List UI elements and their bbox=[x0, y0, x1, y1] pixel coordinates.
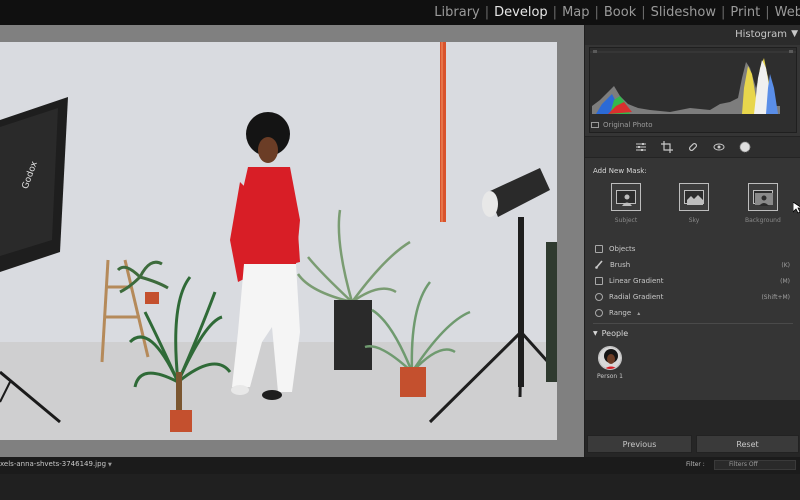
linear-gradient-icon bbox=[595, 277, 603, 285]
histogram-header[interactable]: Histogram ▼ bbox=[585, 25, 800, 45]
brush-label: Brush bbox=[610, 261, 631, 269]
brush-shortcut: (K) bbox=[781, 261, 790, 269]
filename-text: xels-anna-shvets-3746149.jpg bbox=[0, 460, 107, 468]
module-map[interactable]: Map bbox=[559, 5, 592, 20]
radial-gradient-icon bbox=[595, 293, 603, 301]
objects-label: Objects bbox=[609, 245, 636, 253]
original-photo-label: Original Photo bbox=[603, 121, 653, 129]
module-web[interactable]: Web bbox=[772, 5, 800, 20]
studio-photo: Godox bbox=[0, 42, 557, 440]
module-book[interactable]: Book bbox=[601, 5, 639, 20]
filmstrip-bar: xels-anna-shvets-3746149.jpg ▼ Filter : F… bbox=[0, 457, 800, 474]
filter-label: Filter : bbox=[686, 461, 705, 468]
histogram-title: Histogram bbox=[735, 29, 787, 40]
mask-tool-range[interactable]: Range ▴ bbox=[595, 305, 795, 321]
mask-tool-linear-gradient[interactable]: Linear Gradient (M) bbox=[595, 273, 795, 289]
people-triangle-icon[interactable]: ▼ bbox=[593, 330, 598, 337]
people-title: People bbox=[601, 329, 629, 338]
reset-button[interactable]: Reset bbox=[696, 435, 799, 453]
person-label: Person 1 bbox=[597, 373, 623, 380]
module-library[interactable]: Library bbox=[431, 5, 482, 20]
sky-label: Sky bbox=[688, 217, 700, 224]
radial-gradient-label: Radial Gradient bbox=[609, 293, 664, 301]
background-label: Background bbox=[745, 217, 781, 224]
module-separator: | bbox=[720, 5, 726, 20]
module-separator: | bbox=[484, 5, 490, 20]
module-develop[interactable]: Develop bbox=[491, 5, 551, 20]
photo-image[interactable]: Godox bbox=[0, 42, 557, 440]
healing-icon[interactable] bbox=[687, 141, 699, 153]
mask-tool-brush[interactable]: Brush (K) bbox=[595, 257, 795, 273]
photo-canvas[interactable]: Godox bbox=[0, 25, 584, 457]
person-thumb[interactable]: Person 1 bbox=[597, 346, 623, 380]
module-bar: Library | Develop | Map | Book | Slidesh… bbox=[0, 0, 800, 25]
mouse-cursor-icon bbox=[793, 202, 800, 214]
masking-icon[interactable] bbox=[739, 141, 751, 153]
module-separator: | bbox=[594, 5, 599, 20]
filename-dropdown-icon[interactable]: ▼ bbox=[108, 462, 112, 468]
people-section-header[interactable]: ▼ People bbox=[593, 329, 628, 338]
range-label: Range bbox=[609, 309, 632, 317]
original-photo-icon bbox=[591, 122, 599, 128]
panel-divider bbox=[593, 323, 793, 324]
develop-right-panel: Histogram ▼ Original Photo Add New Mask:… bbox=[584, 25, 800, 457]
mask-tool-objects[interactable]: Objects bbox=[595, 241, 795, 257]
module-slideshow[interactable]: Slideshow bbox=[648, 5, 719, 20]
mask-tool-radial-gradient[interactable]: Radial Gradient (Shift+M) bbox=[595, 289, 795, 305]
previous-button[interactable]: Previous bbox=[587, 435, 692, 453]
subject-label: Subject bbox=[614, 217, 638, 224]
avatar[interactable] bbox=[597, 346, 622, 370]
sky-icon bbox=[679, 183, 709, 211]
mask-subject-button[interactable]: Subject bbox=[611, 183, 641, 224]
histogram-graph bbox=[590, 50, 796, 114]
linear-gradient-label: Linear Gradient bbox=[609, 277, 664, 285]
module-separator: | bbox=[641, 5, 646, 20]
mask-sky-button[interactable]: Sky bbox=[679, 183, 709, 224]
range-icon bbox=[595, 309, 603, 317]
redeye-icon[interactable] bbox=[713, 141, 725, 153]
mask-tool-list: Objects Brush (K) Linear Gradient (M) Ra… bbox=[595, 241, 795, 321]
objects-icon bbox=[595, 245, 603, 253]
mask-background-button[interactable]: Background bbox=[745, 183, 781, 224]
original-photo-indicator: Original Photo bbox=[591, 121, 653, 129]
background-icon bbox=[747, 183, 778, 211]
lightroom-window: Library | Develop | Map | Book | Slidesh… bbox=[0, 0, 800, 500]
module-separator: | bbox=[765, 5, 770, 20]
sliders-icon[interactable] bbox=[635, 141, 647, 153]
module-picker: Library | Develop | Map | Book | Slidesh… bbox=[431, 5, 800, 20]
radial-gradient-shortcut: (Shift+M) bbox=[761, 293, 790, 301]
filmstrip[interactable] bbox=[0, 474, 800, 500]
module-print[interactable]: Print bbox=[727, 5, 763, 20]
develop-tool-strip bbox=[585, 136, 800, 158]
filter-select[interactable]: Filters Off bbox=[714, 460, 796, 470]
crop-icon[interactable] bbox=[661, 141, 673, 153]
add-new-mask-title: Add New Mask: bbox=[593, 167, 647, 175]
linear-gradient-shortcut: (M) bbox=[780, 277, 790, 285]
range-dropdown-icon[interactable]: ▴ bbox=[637, 310, 640, 317]
module-separator: | bbox=[552, 5, 558, 20]
brush-icon bbox=[595, 259, 604, 271]
filename-label[interactable]: xels-anna-shvets-3746149.jpg ▼ bbox=[0, 460, 112, 468]
collapse-triangle-icon[interactable]: ▼ bbox=[791, 29, 798, 39]
subject-icon bbox=[611, 183, 641, 211]
